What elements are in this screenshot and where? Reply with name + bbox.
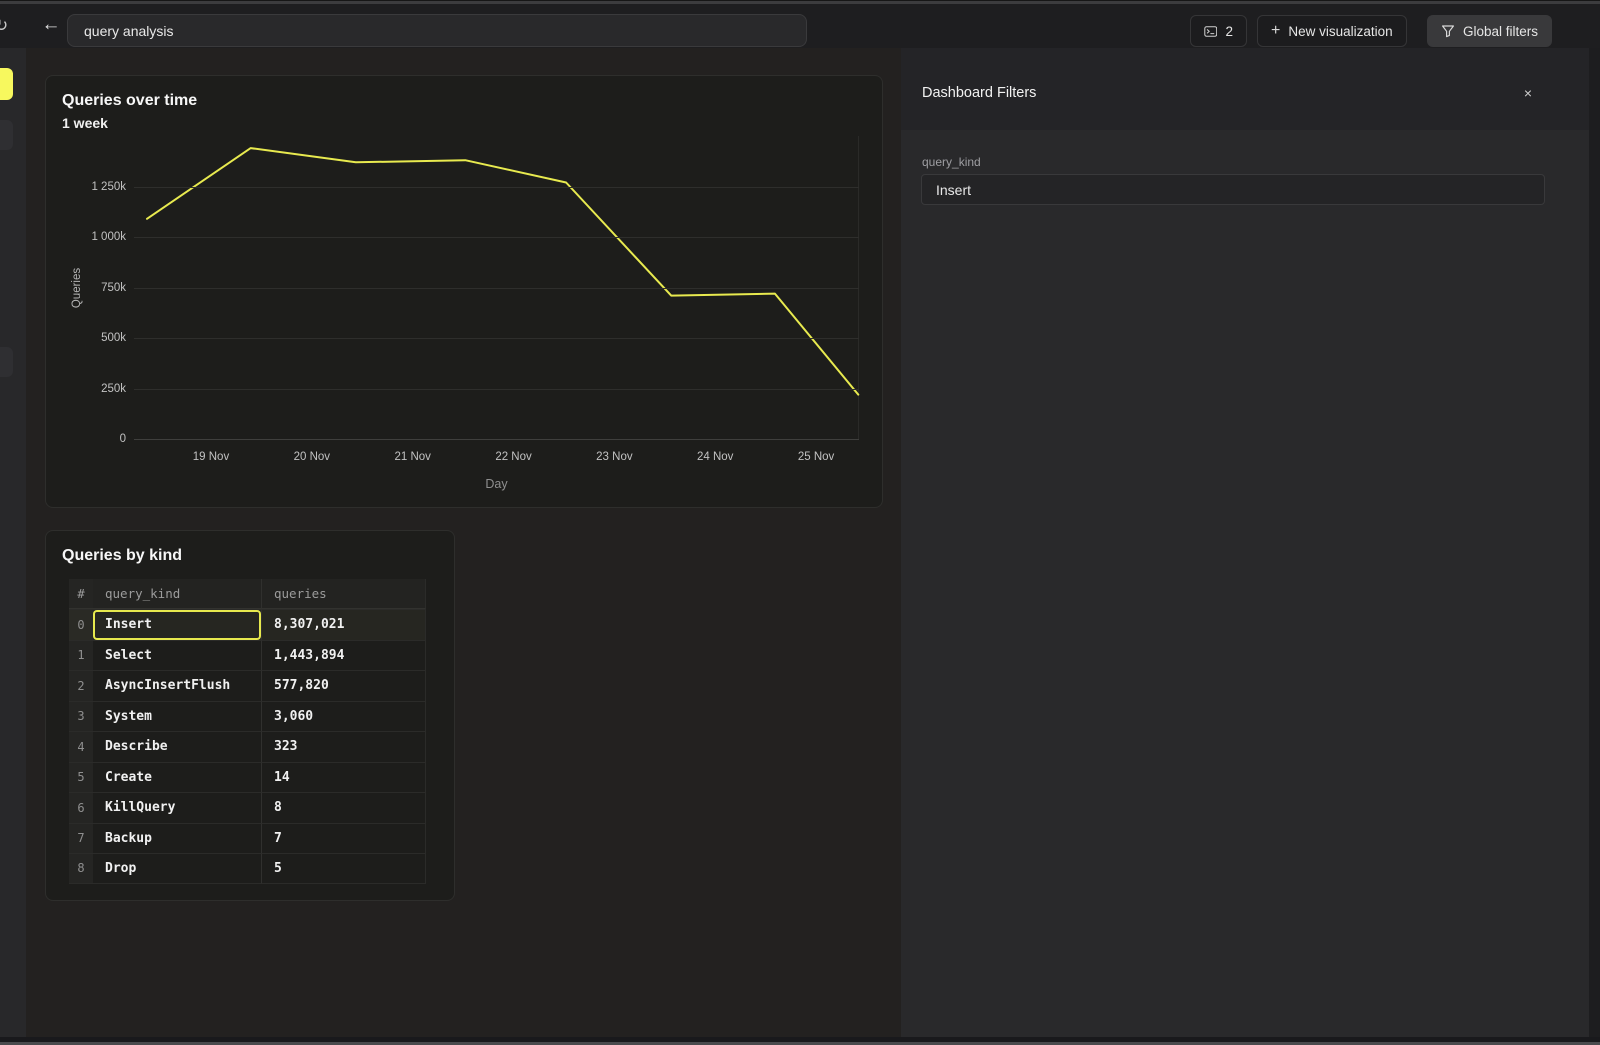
- terminal-icon: [1204, 24, 1217, 39]
- x-tick-label: 21 Nov: [394, 451, 430, 463]
- x-tick-label: 22 Nov: [495, 451, 531, 463]
- row-index-cell: 4: [69, 731, 93, 762]
- row-index-cell: 7: [69, 823, 93, 854]
- y-tick-label: 250k: [101, 383, 126, 395]
- chart-title: Queries over time: [62, 92, 197, 110]
- selected-cell-outline: [93, 610, 261, 640]
- query-kind-cell[interactable]: Insert: [93, 609, 261, 640]
- gridline: [134, 338, 859, 339]
- row-index-cell: 1: [69, 640, 93, 671]
- gridline: [134, 439, 859, 440]
- col-header-query-kind: query_kind: [93, 579, 261, 609]
- query-kind-filter-input[interactable]: [921, 174, 1545, 205]
- queries-value-cell[interactable]: 7: [261, 823, 426, 854]
- sidebar-item[interactable]: [0, 120, 13, 150]
- back-arrow-icon: ←: [42, 14, 61, 35]
- queries-value-cell[interactable]: 577,820: [261, 670, 426, 701]
- x-tick-label: 24 Nov: [697, 451, 733, 463]
- queries-value-cell[interactable]: 5: [261, 853, 426, 884]
- query-kind-cell[interactable]: Describe: [93, 731, 261, 762]
- row-index-cell: 5: [69, 762, 93, 793]
- row-index-cell: 3: [69, 701, 93, 732]
- table-title: Queries by kind: [62, 547, 182, 565]
- y-tick-label: 0: [120, 433, 126, 445]
- chart-series-line: [147, 148, 858, 395]
- topbar: ↻ ← 2 + New visualization Global filters: [0, 4, 1600, 48]
- filter-field-label: query_kind: [922, 155, 981, 169]
- query-kind-cell[interactable]: Select: [93, 640, 261, 671]
- new-visualization-label: New visualization: [1288, 24, 1392, 39]
- queries-value-cell[interactable]: 8: [261, 792, 426, 823]
- chart-subtitle: 1 week: [62, 115, 108, 131]
- queries-by-kind-table: #query_kindqueries 0Insert8,307,021 1Selec…: [69, 579, 426, 884]
- query-kind-cell[interactable]: AsyncInsertFlush: [93, 670, 261, 701]
- row-index-cell: 6: [69, 792, 93, 823]
- query-kind-cell[interactable]: System: [93, 701, 261, 732]
- col-header-queries: queries: [261, 579, 426, 609]
- y-tick-label: 500k: [101, 332, 126, 344]
- x-tick-label: 20 Nov: [294, 451, 330, 463]
- y-tick-label: 750k: [101, 282, 126, 294]
- close-icon[interactable]: ×: [1519, 84, 1537, 102]
- filters-panel-header: Dashboard Filters ×: [901, 48, 1600, 130]
- console-count: 2: [1225, 24, 1233, 39]
- query-kind-cell[interactable]: KillQuery: [93, 792, 261, 823]
- query-kind-cell[interactable]: Drop: [93, 853, 261, 884]
- window-bottom-edge: [0, 1037, 1600, 1045]
- row-index-cell: 8: [69, 853, 93, 884]
- app-window: ↻ ← 2 + New visualization Global filters: [0, 0, 1600, 1045]
- chart-plot-area: Queries Day 0250k500k750k1 000k1 250k19 …: [134, 136, 859, 439]
- row-index-cell: 0: [69, 609, 93, 640]
- gridline: [134, 389, 859, 390]
- funnel-icon: [1441, 24, 1455, 38]
- row-index-cell: 2: [69, 670, 93, 701]
- gridline: [134, 237, 859, 238]
- queries-value-cell[interactable]: 3,060: [261, 701, 426, 732]
- gridline: [134, 288, 859, 289]
- queries-value-cell[interactable]: 1,443,894: [261, 640, 426, 671]
- sidebar-item-active[interactable]: [0, 68, 13, 100]
- global-filters-button[interactable]: Global filters: [1427, 15, 1552, 47]
- col-header-index: #: [69, 579, 93, 609]
- y-tick-label: 1 000k: [91, 231, 126, 243]
- dashboard-filters-panel: Dashboard Filters × query_kind: [901, 48, 1600, 1045]
- queries-value-cell[interactable]: 323: [261, 731, 426, 762]
- queries-value-cell[interactable]: 8,307,021: [261, 609, 426, 640]
- global-filters-label: Global filters: [1463, 24, 1538, 39]
- gridline: [134, 187, 859, 188]
- window-right-edge: [1589, 48, 1600, 1037]
- queries-value-cell[interactable]: 14: [261, 762, 426, 793]
- y-tick-label: 1 250k: [91, 181, 126, 193]
- y-axis-title: Queries: [71, 267, 83, 307]
- console-count-button[interactable]: 2: [1190, 15, 1247, 47]
- query-kind-cell[interactable]: Backup: [93, 823, 261, 854]
- refresh-icon[interactable]: ↻: [0, 16, 14, 36]
- x-axis-title: Day: [485, 477, 507, 491]
- x-tick-label: 23 Nov: [596, 451, 632, 463]
- new-visualization-button[interactable]: + New visualization: [1257, 15, 1407, 47]
- filters-panel-title: Dashboard Filters: [922, 85, 1036, 101]
- dashboard-canvas: Queries over time 1 week Queries Day 025…: [26, 48, 901, 1045]
- left-rail: [0, 48, 26, 1045]
- table-card-queries-by-kind: Queries by kind #query_kindqueries 0Inser…: [45, 530, 455, 901]
- plus-icon: +: [1271, 23, 1280, 39]
- chart-card-queries-over-time: Queries over time 1 week Queries Day 025…: [45, 75, 883, 508]
- x-tick-label: 25 Nov: [798, 451, 834, 463]
- query-kind-cell[interactable]: Create: [93, 762, 261, 793]
- dashboard-title-input[interactable]: [67, 14, 807, 47]
- x-tick-label: 19 Nov: [193, 451, 229, 463]
- sidebar-item[interactable]: [0, 347, 13, 377]
- back-button[interactable]: ←: [40, 11, 62, 39]
